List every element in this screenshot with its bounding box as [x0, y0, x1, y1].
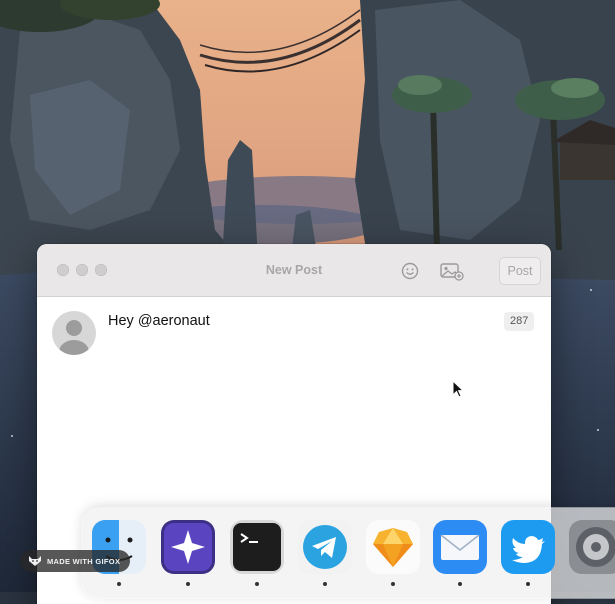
- gifox-watermark: MADE WITH GIFOX: [20, 550, 131, 572]
- mail-icon[interactable]: [433, 520, 487, 574]
- compose-text-field[interactable]: Hey @aeronaut: [108, 313, 210, 329]
- avatar: [52, 311, 96, 355]
- character-count-badge: 287: [504, 312, 535, 331]
- system-preferences-icon[interactable]: [569, 520, 615, 574]
- sketch-icon[interactable]: [366, 520, 420, 574]
- telegram-icon[interactable]: [298, 520, 352, 574]
- spark-running-indicator: [186, 582, 190, 586]
- mouse-cursor-icon: [452, 379, 466, 400]
- twitter-running-indicator: [526, 582, 530, 586]
- terminal-icon[interactable]: [230, 520, 284, 574]
- spark-icon[interactable]: [161, 520, 215, 574]
- finder-running-indicator: [117, 582, 121, 586]
- telegram-running-indicator: [323, 582, 327, 586]
- mail-running-indicator: [458, 582, 462, 586]
- post-button[interactable]: Post: [499, 257, 541, 285]
- window-title: New Post: [265, 263, 323, 277]
- emoji-icon[interactable]: [399, 260, 421, 282]
- twitter-icon[interactable]: [501, 520, 555, 574]
- terminal-running-indicator: [255, 582, 259, 586]
- watermark-text: MADE WITH GIFOX: [47, 556, 121, 566]
- add-photo-icon[interactable]: [439, 260, 464, 282]
- window-titlebar[interactable]: New Post Post: [37, 244, 551, 297]
- sketch-running-indicator: [391, 582, 395, 586]
- dock: [82, 508, 615, 598]
- fox-logo-icon: [29, 556, 41, 566]
